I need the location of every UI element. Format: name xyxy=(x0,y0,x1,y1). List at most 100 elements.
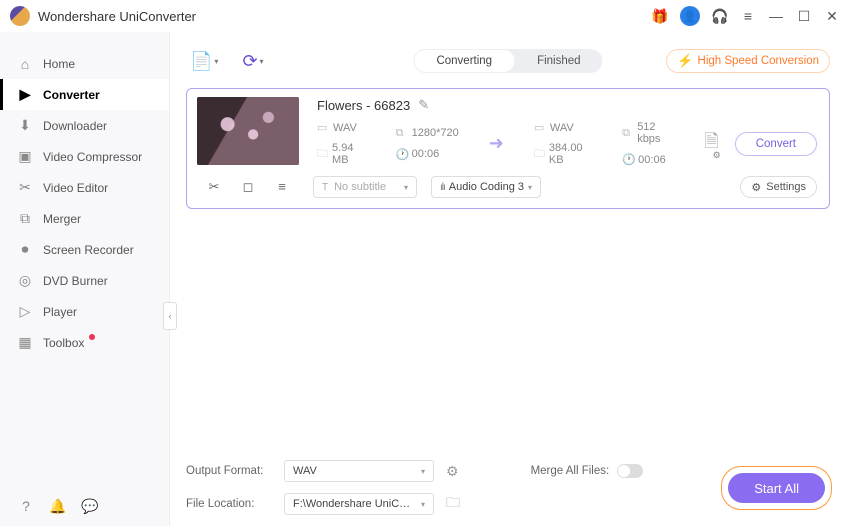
titlebar-actions: 🎁 👤 🎧 ≡ — ☐ ✕ xyxy=(652,6,840,26)
titlebar: Wondershare UniConverter 🎁 👤 🎧 ≡ — ☐ ✕ xyxy=(0,0,850,32)
nav: ⌂Home ▶ Converter ⬇ Downloader ▣ Video Comp… xyxy=(0,32,169,486)
toolbox-icon: ▦ xyxy=(17,335,33,351)
subtitle-dropdown[interactable]: T No subtitle ▾ xyxy=(313,176,417,198)
sidebar-item-label: Video Editor xyxy=(43,181,108,195)
sidebar-item-label: Merger xyxy=(43,212,81,226)
sidebar-item-dvd-burner[interactable]: ◎DVD Burner xyxy=(0,265,169,296)
file-meta: Flowers - 66823 ✎ ▭WAV 🗀5.94 MB ⧉1280*72… xyxy=(317,97,817,166)
bitrate-icon: ⧉ xyxy=(622,127,633,140)
home-icon: ⌂ xyxy=(17,56,33,72)
output-format-label: Output Format: xyxy=(186,465,272,477)
sidebar-item-converter[interactable]: ▶ Converter xyxy=(0,79,169,110)
dst-duration: 00:06 xyxy=(638,154,666,166)
chevron-down-icon: ▾ xyxy=(421,500,425,509)
headset-icon[interactable]: 🎧 xyxy=(712,8,728,24)
audio-codec-dropdown[interactable]: ılı Audio Coding 3 ▾ xyxy=(431,176,541,198)
minimize-icon[interactable]: — xyxy=(768,8,784,24)
dst-bitrate: 512 kbps xyxy=(637,121,678,145)
chevron-down-icon: ▾ xyxy=(528,183,532,192)
output-format-dropdown[interactable]: WAV ▾ xyxy=(284,460,434,482)
sidebar-item-label: Converter xyxy=(43,88,100,102)
open-folder-icon[interactable]: 🗀 xyxy=(446,492,460,516)
target-column: ▭ WAV 🗀384.00 KB xyxy=(534,121,596,166)
sidebar-item-label: Toolbox xyxy=(43,336,84,350)
rename-icon[interactable]: ✎ xyxy=(418,97,429,113)
merge-all-toggle[interactable] xyxy=(617,464,643,478)
file-thumbnail[interactable] xyxy=(197,97,299,165)
sidebar-collapse-handle[interactable]: ‹ xyxy=(163,302,177,330)
subtitle-value: No subtitle xyxy=(334,181,386,193)
sidebar-item-downloader[interactable]: ⬇ Downloader xyxy=(0,110,169,141)
file-card: Flowers - 66823 ✎ ▭WAV 🗀5.94 MB ⧉1280*72… xyxy=(186,88,830,209)
bolt-icon: ⚡ xyxy=(677,53,693,69)
add-url-icon: ⟳ xyxy=(242,51,257,72)
compress-icon: ▣ xyxy=(17,149,33,165)
chevron-down-icon: ▾ xyxy=(421,467,425,476)
converter-icon: ▶ xyxy=(17,87,33,103)
dst-size: 384.00 KB xyxy=(549,142,596,166)
sidebar-item-merger[interactable]: ⧉Merger xyxy=(0,203,169,234)
gear-icon: ⚙ xyxy=(751,181,761,194)
audio-icon: ılı xyxy=(440,182,445,193)
tab-label: Finished xyxy=(537,55,580,67)
add-file-button[interactable]: 📄▾ xyxy=(186,51,222,72)
high-speed-label: High Speed Conversion xyxy=(698,55,819,67)
sidebar-item-label: DVD Burner xyxy=(43,274,108,288)
src-duration: 00:06 xyxy=(412,148,440,160)
clock-icon: 🕐 xyxy=(396,148,408,161)
sidebar-item-player[interactable]: ▷Player xyxy=(0,296,169,327)
more-icon[interactable]: ≡ xyxy=(274,179,290,195)
folder-icon: 🗀 xyxy=(317,145,328,164)
source-column: ▭WAV 🗀5.94 MB xyxy=(317,121,370,166)
menu-icon[interactable]: ≡ xyxy=(740,8,756,24)
sidebar-item-compressor[interactable]: ▣ Video Compressor xyxy=(0,141,169,172)
audio-codec-value: Audio Coding 3 xyxy=(449,181,524,193)
close-icon[interactable]: ✕ xyxy=(824,8,840,24)
src-resolution: 1280*720 xyxy=(412,127,459,139)
scissors-icon: ✂ xyxy=(17,180,33,196)
status-tabs: Converting Finished xyxy=(413,49,602,73)
file-settings-button[interactable]: ⚙ Settings xyxy=(740,176,817,198)
start-all-highlight: Start All xyxy=(721,466,832,510)
sidebar-item-screen-recorder[interactable]: ⏺Screen Recorder xyxy=(0,234,169,265)
maximize-icon[interactable]: ☐ xyxy=(796,8,812,24)
output-settings-icon[interactable]: 🗎 xyxy=(704,129,718,159)
download-icon: ⬇ xyxy=(17,118,33,134)
tab-finished[interactable]: Finished xyxy=(515,49,602,73)
output-settings-icon[interactable]: ⚙ xyxy=(446,463,459,480)
user-avatar[interactable]: 👤 xyxy=(680,6,700,26)
folder-icon: 🗀 xyxy=(534,145,545,164)
trim-icon[interactable]: ✂ xyxy=(206,179,222,195)
bell-icon[interactable]: 🔔 xyxy=(50,498,66,514)
chat-icon[interactable]: 💬 xyxy=(82,498,98,514)
player-icon: ▷ xyxy=(17,304,33,320)
src-size: 5.94 MB xyxy=(332,142,370,166)
chevron-down-icon: ▾ xyxy=(214,57,218,66)
chevron-down-icon: ▾ xyxy=(404,183,408,192)
gift-icon[interactable]: 🎁 xyxy=(652,8,668,24)
high-speed-button[interactable]: ⚡ High Speed Conversion xyxy=(666,49,830,73)
crop-icon[interactable]: ◻ xyxy=(240,179,256,195)
sidebar-item-toolbox[interactable]: ▦ Toolbox xyxy=(0,327,169,358)
sidebar-item-label: Video Compressor xyxy=(43,150,142,164)
resolution-icon: ⧉ xyxy=(396,127,408,140)
sidebar-item-home[interactable]: ⌂Home xyxy=(0,48,169,79)
start-all-button[interactable]: Start All xyxy=(728,473,825,503)
dst-format: WAV xyxy=(550,122,574,134)
app-title: Wondershare UniConverter xyxy=(38,9,644,24)
sidebar-item-label: Downloader xyxy=(43,119,107,133)
file-location-dropdown[interactable]: F:\Wondershare UniConverter ▾ xyxy=(284,493,434,515)
help-icon[interactable]: ? xyxy=(18,498,34,514)
tab-converting[interactable]: Converting xyxy=(414,50,514,72)
video-icon: ▭ xyxy=(534,121,546,134)
tab-label: Converting xyxy=(436,55,492,67)
add-url-button[interactable]: ⟳▾ xyxy=(238,51,267,72)
settings-label: Settings xyxy=(766,181,806,193)
sidebar-item-label: Screen Recorder xyxy=(43,243,134,257)
sidebar-bottom-icons: ? 🔔 💬 xyxy=(0,486,169,526)
sidebar-item-video-editor[interactable]: ✂ Video Editor xyxy=(0,172,169,203)
merge-label: Merge All Files: xyxy=(531,465,610,477)
clock-icon: 🕐 xyxy=(622,153,634,166)
convert-button[interactable]: Convert xyxy=(735,132,817,156)
main-area: 📄▾ ⟳▾ Converting Finished ⚡High Speed Co… xyxy=(170,32,850,526)
